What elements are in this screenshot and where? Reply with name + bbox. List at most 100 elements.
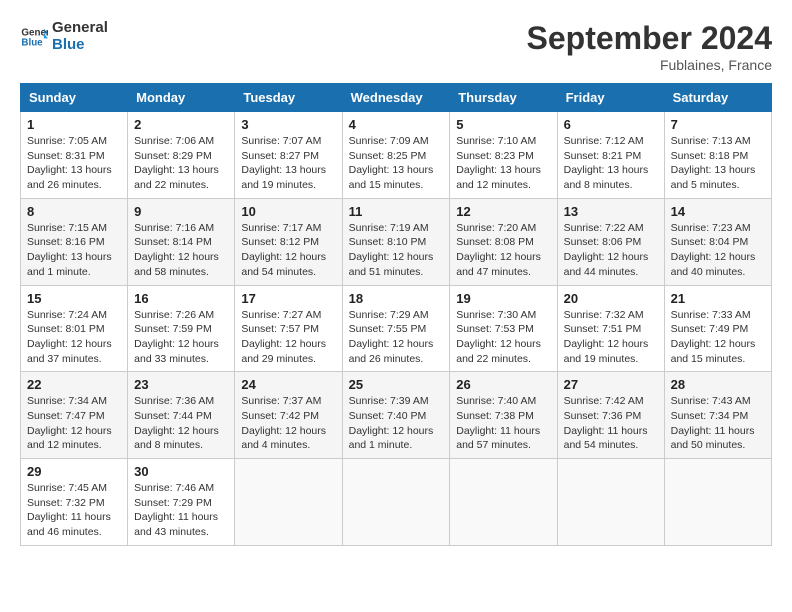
- day-number: 19: [456, 291, 550, 306]
- day-number: 2: [134, 117, 228, 132]
- calendar-cell: 10 Sunrise: 7:17 AM Sunset: 8:12 PM Dayli…: [235, 198, 342, 285]
- day-info: Sunrise: 7:22 AM Sunset: 8:06 PM Dayligh…: [564, 221, 658, 280]
- day-info: Sunrise: 7:19 AM Sunset: 8:10 PM Dayligh…: [349, 221, 444, 280]
- calendar-cell: 16 Sunrise: 7:26 AM Sunset: 7:59 PM Dayli…: [128, 285, 235, 372]
- day-number: 8: [27, 204, 121, 219]
- column-header-wednesday: Wednesday: [342, 84, 450, 112]
- day-number: 7: [671, 117, 765, 132]
- calendar-cell: 25 Sunrise: 7:39 AM Sunset: 7:40 PM Dayli…: [342, 372, 450, 459]
- day-info: Sunrise: 7:17 AM Sunset: 8:12 PM Dayligh…: [241, 221, 335, 280]
- day-info: Sunrise: 7:33 AM Sunset: 7:49 PM Dayligh…: [671, 308, 765, 367]
- day-info: Sunrise: 7:23 AM Sunset: 8:04 PM Dayligh…: [671, 221, 765, 280]
- calendar-week-4: 22 Sunrise: 7:34 AM Sunset: 7:47 PM Dayli…: [21, 372, 772, 459]
- calendar-cell: 1Sunrise: 7:05 AM Sunset: 8:31 PM Daylig…: [21, 112, 128, 199]
- day-info: Sunrise: 7:10 AM Sunset: 8:23 PM Dayligh…: [456, 134, 550, 193]
- day-number: 12: [456, 204, 550, 219]
- day-info: Sunrise: 7:05 AM Sunset: 8:31 PM Dayligh…: [27, 134, 121, 193]
- calendar-week-1: 1Sunrise: 7:05 AM Sunset: 8:31 PM Daylig…: [21, 112, 772, 199]
- day-number: 13: [564, 204, 658, 219]
- day-info: Sunrise: 7:34 AM Sunset: 7:47 PM Dayligh…: [27, 394, 121, 453]
- day-info: Sunrise: 7:32 AM Sunset: 7:51 PM Dayligh…: [564, 308, 658, 367]
- day-number: 22: [27, 377, 121, 392]
- calendar-cell: 7 Sunrise: 7:13 AM Sunset: 8:18 PM Daylig…: [664, 112, 771, 199]
- column-header-thursday: Thursday: [450, 84, 557, 112]
- day-info: Sunrise: 7:12 AM Sunset: 8:21 PM Dayligh…: [564, 134, 658, 193]
- column-header-monday: Monday: [128, 84, 235, 112]
- calendar-cell: 11 Sunrise: 7:19 AM Sunset: 8:10 PM Dayli…: [342, 198, 450, 285]
- logo: General Blue General Blue: [20, 20, 108, 53]
- day-number: 11: [349, 204, 444, 219]
- calendar-cell: [664, 459, 771, 546]
- day-number: 30: [134, 464, 228, 479]
- day-number: 16: [134, 291, 228, 306]
- day-number: 18: [349, 291, 444, 306]
- day-number: 9: [134, 204, 228, 219]
- day-number: 3: [241, 117, 335, 132]
- day-info: Sunrise: 7:36 AM Sunset: 7:44 PM Dayligh…: [134, 394, 228, 453]
- calendar-cell: 27Sunrise: 7:42 AM Sunset: 7:36 PM Dayli…: [557, 372, 664, 459]
- header: General Blue General Blue September 2024…: [20, 20, 772, 73]
- calendar-cell: 3 Sunrise: 7:07 AM Sunset: 8:27 PM Daylig…: [235, 112, 342, 199]
- calendar-subtitle: Fublaines, France: [527, 57, 772, 73]
- day-info: Sunrise: 7:45 AM Sunset: 7:32 PM Dayligh…: [27, 481, 121, 540]
- calendar-week-3: 15 Sunrise: 7:24 AM Sunset: 8:01 PM Dayli…: [21, 285, 772, 372]
- day-info: Sunrise: 7:16 AM Sunset: 8:14 PM Dayligh…: [134, 221, 228, 280]
- calendar-cell: 22 Sunrise: 7:34 AM Sunset: 7:47 PM Dayli…: [21, 372, 128, 459]
- day-number: 14: [671, 204, 765, 219]
- calendar-week-5: 29 Sunrise: 7:45 AM Sunset: 7:32 PM Dayli…: [21, 459, 772, 546]
- logo-blue: Blue: [52, 37, 108, 54]
- day-number: 26: [456, 377, 550, 392]
- day-info: Sunrise: 7:15 AM Sunset: 8:16 PM Dayligh…: [27, 221, 121, 280]
- calendar-cell: 29 Sunrise: 7:45 AM Sunset: 7:32 PM Dayli…: [21, 459, 128, 546]
- day-info: Sunrise: 7:13 AM Sunset: 8:18 PM Dayligh…: [671, 134, 765, 193]
- day-number: 6: [564, 117, 658, 132]
- header-row: SundayMondayTuesdayWednesdayThursdayFrid…: [21, 84, 772, 112]
- day-number: 17: [241, 291, 335, 306]
- calendar-cell: 5 Sunrise: 7:10 AM Sunset: 8:23 PM Daylig…: [450, 112, 557, 199]
- calendar-cell: 19 Sunrise: 7:30 AM Sunset: 7:53 PM Dayli…: [450, 285, 557, 372]
- day-number: 24: [241, 377, 335, 392]
- calendar-title: September 2024: [527, 20, 772, 57]
- day-number: 5: [456, 117, 550, 132]
- day-number: 10: [241, 204, 335, 219]
- calendar-cell: 2 Sunrise: 7:06 AM Sunset: 8:29 PM Daylig…: [128, 112, 235, 199]
- day-number: 27: [564, 377, 658, 392]
- column-header-friday: Friday: [557, 84, 664, 112]
- calendar-cell: 28Sunrise: 7:43 AM Sunset: 7:34 PM Dayli…: [664, 372, 771, 459]
- calendar-cell: 4Sunrise: 7:09 AM Sunset: 8:25 PM Daylig…: [342, 112, 450, 199]
- column-header-tuesday: Tuesday: [235, 84, 342, 112]
- calendar-cell: 12 Sunrise: 7:20 AM Sunset: 8:08 PM Dayli…: [450, 198, 557, 285]
- column-header-sunday: Sunday: [21, 84, 128, 112]
- calendar-cell: 24 Sunrise: 7:37 AM Sunset: 7:42 PM Dayli…: [235, 372, 342, 459]
- calendar-cell: 20 Sunrise: 7:32 AM Sunset: 7:51 PM Dayli…: [557, 285, 664, 372]
- calendar-cell: 6 Sunrise: 7:12 AM Sunset: 8:21 PM Daylig…: [557, 112, 664, 199]
- day-number: 29: [27, 464, 121, 479]
- day-info: Sunrise: 7:30 AM Sunset: 7:53 PM Dayligh…: [456, 308, 550, 367]
- day-info: Sunrise: 7:06 AM Sunset: 8:29 PM Dayligh…: [134, 134, 228, 193]
- calendar-cell: [235, 459, 342, 546]
- day-info: Sunrise: 7:39 AM Sunset: 7:40 PM Dayligh…: [349, 394, 444, 453]
- title-area: September 2024 Fublaines, France: [527, 20, 772, 73]
- calendar-cell: 8 Sunrise: 7:15 AM Sunset: 8:16 PM Daylig…: [21, 198, 128, 285]
- day-info: Sunrise: 7:40 AM Sunset: 7:38 PM Dayligh…: [456, 394, 550, 453]
- column-header-saturday: Saturday: [664, 84, 771, 112]
- day-info: Sunrise: 7:24 AM Sunset: 8:01 PM Dayligh…: [27, 308, 121, 367]
- day-info: Sunrise: 7:26 AM Sunset: 7:59 PM Dayligh…: [134, 308, 228, 367]
- svg-text:Blue: Blue: [21, 37, 43, 48]
- day-info: Sunrise: 7:37 AM Sunset: 7:42 PM Dayligh…: [241, 394, 335, 453]
- day-number: 25: [349, 377, 444, 392]
- calendar-cell: 18Sunrise: 7:29 AM Sunset: 7:55 PM Dayli…: [342, 285, 450, 372]
- day-info: Sunrise: 7:09 AM Sunset: 8:25 PM Dayligh…: [349, 134, 444, 193]
- calendar-cell: 30 Sunrise: 7:46 AM Sunset: 7:29 PM Dayli…: [128, 459, 235, 546]
- day-info: Sunrise: 7:07 AM Sunset: 8:27 PM Dayligh…: [241, 134, 335, 193]
- calendar-cell: 14 Sunrise: 7:23 AM Sunset: 8:04 PM Dayli…: [664, 198, 771, 285]
- day-number: 20: [564, 291, 658, 306]
- calendar-cell: 21 Sunrise: 7:33 AM Sunset: 7:49 PM Dayli…: [664, 285, 771, 372]
- day-info: Sunrise: 7:20 AM Sunset: 8:08 PM Dayligh…: [456, 221, 550, 280]
- day-number: 15: [27, 291, 121, 306]
- day-info: Sunrise: 7:46 AM Sunset: 7:29 PM Dayligh…: [134, 481, 228, 540]
- calendar-cell: [342, 459, 450, 546]
- calendar-cell: 17Sunrise: 7:27 AM Sunset: 7:57 PM Dayli…: [235, 285, 342, 372]
- calendar-cell: 23Sunrise: 7:36 AM Sunset: 7:44 PM Dayli…: [128, 372, 235, 459]
- day-number: 21: [671, 291, 765, 306]
